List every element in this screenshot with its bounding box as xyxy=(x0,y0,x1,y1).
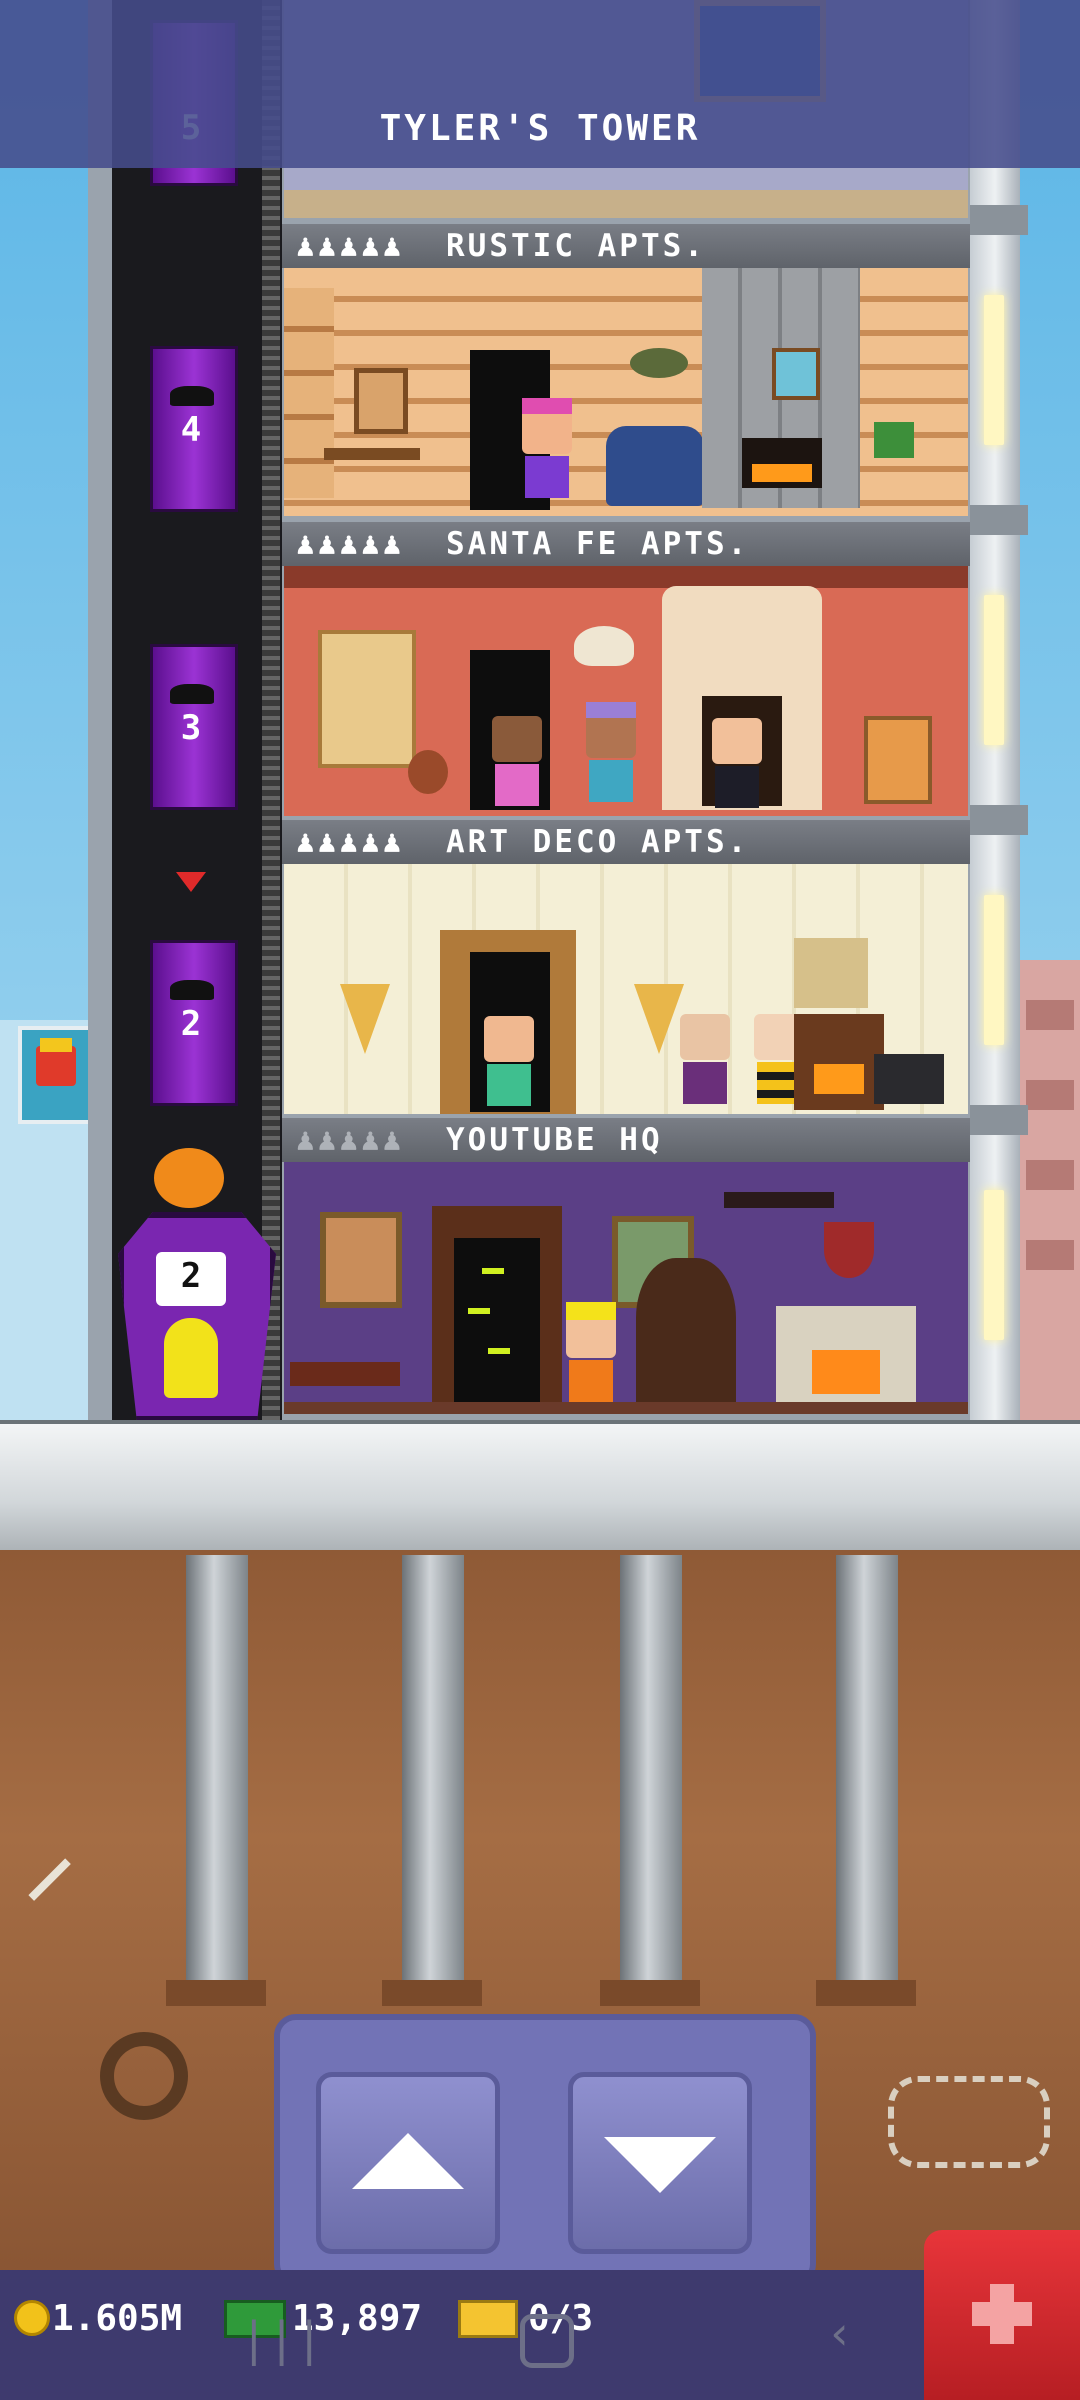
resident[interactable] xyxy=(712,718,762,818)
floor-label-art-deco[interactable]: ♟♟♟♟♟ ART DECO APTS. xyxy=(282,820,970,864)
mounted-fish xyxy=(630,348,688,378)
portrait-frame xyxy=(354,368,408,434)
resident[interactable] xyxy=(522,398,572,508)
arrow-up-icon xyxy=(352,2133,464,2189)
resident-count-icons: ♟♟♟♟♟ xyxy=(296,526,405,562)
billboard-fries xyxy=(18,1026,94,1124)
flower-painting xyxy=(794,938,868,1008)
elevator-number: 2 xyxy=(180,1256,202,1296)
fire xyxy=(812,1350,880,1394)
coins-count[interactable]: 1.605M xyxy=(52,2298,182,2339)
pot xyxy=(408,750,448,794)
portrait-frame xyxy=(320,1212,402,1308)
floor-label-rustic[interactable]: ♟♟♟♟♟ RUSTIC APTS. xyxy=(282,224,970,268)
coin-icon xyxy=(14,2300,50,2336)
dog-skeleton-icon xyxy=(888,2076,1050,2168)
wall-sconce xyxy=(340,984,390,1054)
floor-name: SANTA FE APTS. xyxy=(446,526,750,562)
pillar-cap xyxy=(970,1105,1028,1135)
lamp xyxy=(874,422,914,458)
room-youtube-hq[interactable] xyxy=(284,1162,968,1414)
tower-title[interactable]: TYLER'S TOWER xyxy=(0,108,1080,149)
elevator-operator xyxy=(164,1318,218,1398)
pillar-light xyxy=(984,295,1004,445)
nav-recents-icon[interactable]: ||| xyxy=(240,2312,323,2366)
log-wall xyxy=(284,288,334,498)
resident[interactable] xyxy=(680,1014,730,1114)
ground-slab xyxy=(0,1420,1080,1554)
shield xyxy=(824,1222,874,1278)
arrow-down-icon xyxy=(604,2137,716,2193)
resident-count-icons: ♟♟♟♟♟ xyxy=(296,824,405,860)
coffin xyxy=(636,1258,736,1408)
city-building xyxy=(1020,960,1080,1420)
glowing-eyes-icon xyxy=(488,1348,510,1354)
woven-rug-wall-art xyxy=(318,630,416,768)
bat-decoration-icon xyxy=(170,386,214,406)
resident[interactable] xyxy=(492,716,542,816)
stone-fireplace xyxy=(776,1306,916,1410)
floor-strip xyxy=(284,190,968,218)
room-art-deco-apts[interactable] xyxy=(284,864,968,1114)
glowing-eyes-icon xyxy=(468,1308,490,1314)
elevator-rail xyxy=(262,0,280,1420)
elevator-up-button[interactable] xyxy=(316,2072,500,2254)
support-column xyxy=(186,1555,248,1985)
bat-decoration-icon xyxy=(170,980,214,1000)
support-column xyxy=(836,1555,898,1985)
elevator-number: 4 xyxy=(180,410,202,450)
pillar-light xyxy=(984,595,1004,745)
support-column xyxy=(620,1555,682,1985)
room-santa-fe-apts[interactable] xyxy=(284,566,968,816)
pillar-cap xyxy=(970,205,1028,235)
elevator-number: 2 xyxy=(180,1004,202,1044)
room-rustic-apts[interactable] xyxy=(284,268,968,516)
fire xyxy=(752,464,812,482)
pillar-cap xyxy=(970,505,1028,535)
floor-label-youtube-hq[interactable]: ♟♟♟♟♟ YOUTUBE HQ xyxy=(282,1118,970,1162)
resident-construction-worker[interactable] xyxy=(566,1302,616,1412)
floor-name: ART DECO APTS. xyxy=(446,824,750,860)
resident-count-icons: ♟♟♟♟♟ xyxy=(296,228,405,264)
resident[interactable] xyxy=(484,1016,534,1116)
pumpkin-decoration-icon xyxy=(154,1148,224,1208)
elevator-down-button[interactable] xyxy=(568,2072,752,2254)
chair xyxy=(864,716,932,804)
floor-label-santa-fe[interactable]: ♟♟♟♟♟ SANTA FE APTS. xyxy=(282,522,970,566)
build-menu-button[interactable] xyxy=(924,2230,1080,2400)
resident[interactable] xyxy=(586,702,636,812)
nav-home-icon[interactable] xyxy=(520,2314,574,2368)
buried-tire-icon xyxy=(100,2032,188,2120)
floor-name: RUSTIC APTS. xyxy=(446,228,706,264)
armchair xyxy=(606,426,704,506)
glowing-eyes-icon xyxy=(482,1268,504,1274)
bat-decoration-icon xyxy=(170,684,214,704)
table xyxy=(324,448,420,460)
build-icon xyxy=(972,2284,1032,2344)
wall-sconce xyxy=(634,984,684,1054)
floor-name: YOUTUBE HQ xyxy=(446,1122,663,1158)
elevator-number: 3 xyxy=(180,708,202,748)
resident-count-icons: ♟♟♟♟♟ xyxy=(296,1122,405,1158)
golden-ticket-icon xyxy=(458,2300,518,2338)
pillar-light xyxy=(984,1190,1004,1340)
deco-fireplace xyxy=(794,1014,884,1110)
cow-skull xyxy=(574,626,634,666)
table xyxy=(290,1362,400,1386)
pillar-light xyxy=(984,895,1004,1045)
record-player xyxy=(874,1054,944,1104)
pillar-cap xyxy=(970,805,1028,835)
painting xyxy=(772,348,820,400)
apartment-door xyxy=(454,1238,540,1410)
chandelier xyxy=(724,1192,834,1208)
support-column xyxy=(402,1555,464,1985)
nav-back-icon[interactable]: ‹ xyxy=(826,2306,854,2360)
